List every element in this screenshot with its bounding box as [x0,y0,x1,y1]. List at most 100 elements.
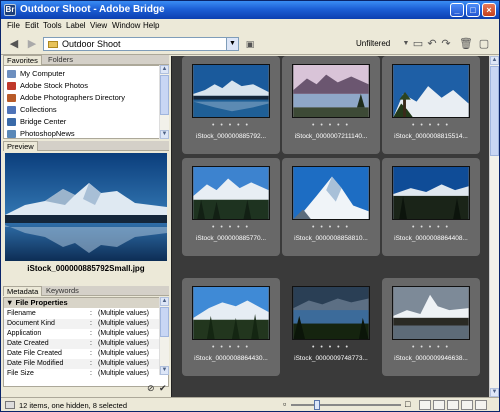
filter-dropdown[interactable]: Unfiltered [356,39,390,48]
forward-icon[interactable]: ▶ [25,37,39,51]
preview-image [5,153,167,261]
favorites-list: My Computer Adobe Stock Photos Adobe Pho… [3,65,165,139]
no-entry-icon[interactable]: ⊘ [147,383,155,394]
panel-toggle-icon[interactable] [5,401,15,409]
menu-view[interactable]: View [90,21,107,30]
thumbnail-filename: iStock_0000008858810... [294,235,368,242]
rotate-cw-icon[interactable]: ↷ [439,37,453,51]
preview-panel: iStock_000000885792Small.jpg [3,151,169,277]
metadata-row: Date Created: (Multiple values) [4,339,160,349]
file-properties-header[interactable]: ▼ File Properties [4,298,160,308]
scroll-thumb[interactable] [160,307,169,337]
rotate-ccw-icon[interactable]: ↶ [425,37,439,51]
scroll-thumb[interactable] [160,75,169,115]
zoom-in-icon[interactable]: □ [405,399,410,409]
metadata-row: Date File Created: (Multiple values) [7,350,149,357]
preview-filename: iStock_000000885792Small.jpg [27,264,145,273]
window-title: Outdoor Shoot - Adobe Bridge [20,4,165,15]
camera-icon[interactable]: ▣ [243,37,257,51]
thumbnail-item[interactable]: • • • • • iStock_000000885770... [182,158,280,256]
tab-metadata[interactable]: Metadata [3,286,43,296]
thumbnail-item[interactable]: • • • • • iStock_0000008815514... [382,56,480,154]
adobe-bridge-app-icon: Br [4,4,16,16]
thumbnail-item[interactable]: • • • • • iStock_0000008858810... [282,158,380,256]
thumbnail-item[interactable]: • • • • • iStock_000000885792... [182,56,280,154]
title-bar: Br Outdoor Shoot - Adobe Bridge _ □ × [1,1,499,19]
thumbnail-image [392,64,470,118]
metadata-row: Application: (Multiple values) [7,330,149,337]
thumbnail-image [192,286,270,340]
path-dropdown[interactable]: Outdoor Shoot ▼ [43,37,239,51]
favorites-scrollbar[interactable]: ▲ ▼ [159,65,169,139]
metadata-row: Document Kind: (Multiple values) [4,319,160,329]
thumbnail-filename: iStock_0000008864408... [394,235,468,242]
status-text: 12 items, one hidden, 8 selected [19,401,127,410]
compact-mode-icon[interactable]: ▢ [477,37,491,51]
maximize-button[interactable]: □ [466,3,480,17]
details-view-button[interactable] [447,400,459,410]
menu-label[interactable]: Label [66,21,86,30]
trash-icon[interactable]: 🗑 [459,37,473,51]
scroll-down-icon[interactable]: ▼ [160,130,169,139]
collections-icon [7,106,16,114]
tab-folders[interactable]: Folders [45,55,76,65]
thumbnail-image [192,64,270,118]
thumbnail-image [292,64,370,118]
zoom-out-icon[interactable]: ▫ [283,399,286,409]
tab-preview[interactable]: Preview [3,141,38,151]
content-panel: • • • • • iStock_000000885792... • • • •… [171,56,489,397]
chevron-down-icon[interactable]: ▼ [226,38,238,50]
toolbar: ◀ ▶ Outdoor Shoot ▼ ▣ Unfiltered ▼ ▭ ↶ ↷… [1,33,499,55]
list-view-button[interactable] [475,400,487,410]
menu-tools[interactable]: Tools [43,21,62,30]
metadata-row: Filename: (Multiple values) [7,310,149,317]
favorites-tabstrip: Favorites Folders [3,55,169,65]
versions-view-button[interactable] [461,400,473,410]
slider-handle[interactable] [314,400,320,410]
thumbnail-image [192,166,270,220]
filmstrip-view-button[interactable] [433,400,445,410]
thumbnail-image [392,166,470,220]
thumbnail-filename: iStock_0000008815514... [394,133,468,140]
thumbnail-item[interactable]: • • • • • iStock_0000008864430... [182,278,280,376]
metadata-scrollbar[interactable]: ▲ ▼ [159,297,169,375]
content-scrollbar[interactable]: ▲ ▼ [489,56,499,397]
thumbnail-item[interactable]: • • • • • iStock_0000009946638... [382,278,480,376]
scroll-up-icon[interactable]: ▲ [160,297,169,306]
back-icon[interactable]: ◀ [7,37,21,51]
menu-bar: File Edit Tools Label View Window Help [1,19,499,33]
thumbnail-size-slider[interactable] [291,404,401,406]
bridge-window: Br Outdoor Shoot - Adobe Bridge _ □ × Fi… [0,0,500,412]
metadata-tabstrip: Metadata Keywords [3,286,169,296]
folder-icon [48,41,58,48]
thumbnail-image [392,286,470,340]
thumbnail-filename: iStock_0000007211140... [294,133,368,140]
photographers-directory-icon [7,94,16,102]
thumbnail-item[interactable]: • • • • • iStock_0000008864408... [382,158,480,256]
tab-keywords[interactable]: Keywords [43,286,82,296]
thumbnail-item[interactable]: • • • • • iStock_0000007211140... [282,56,380,154]
minimize-button[interactable]: _ [450,3,464,17]
photoshopnews-icon [7,130,16,138]
tab-favorites[interactable]: Favorites [3,55,42,65]
thumbnails-view-button[interactable] [419,400,431,410]
preview-tabstrip: Preview [3,141,169,151]
computer-icon [7,70,16,78]
menu-file[interactable]: File [7,21,20,30]
scroll-up-icon[interactable]: ▲ [490,56,499,65]
scroll-down-icon[interactable]: ▼ [160,366,169,375]
scroll-down-icon[interactable]: ▼ [490,388,499,397]
menu-edit[interactable]: Edit [25,21,39,30]
menu-window[interactable]: Window [112,21,140,30]
stock-photos-icon [7,82,16,90]
status-bar: 12 items, one hidden, 8 selected ▫ □ [1,397,499,411]
menu-help[interactable]: Help [143,21,159,30]
path-text: Outdoor Shoot [62,39,121,49]
new-folder-icon[interactable]: ▭ [411,37,425,51]
metadata-row: File Size: (Multiple values) [7,370,149,377]
scroll-up-icon[interactable]: ▲ [160,65,169,74]
checkmark-icon[interactable]: ✔ [159,383,167,394]
close-button[interactable]: × [482,3,496,17]
scroll-thumb[interactable] [490,66,499,156]
thumbnail-item[interactable]: • • • • • iStock_0000009748773... [282,278,380,376]
